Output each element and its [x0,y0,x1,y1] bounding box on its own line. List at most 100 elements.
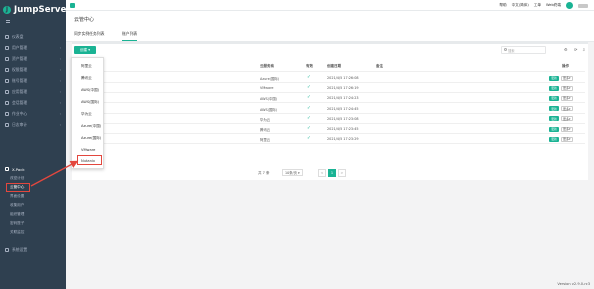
update-button[interactable]: 更新 [549,136,559,142]
content-panel: 创建 ▾ 搜索 ⚙ ⟳ ⇩ [72,42,588,180]
help-menu[interactable]: 帮助 [499,3,506,8]
sidebar-item-label: 日志审计 [12,122,28,127]
app-name: JumpServer [14,5,71,15]
sidebar-item-users[interactable]: 用户管理 ‹ [0,43,66,53]
column-header-provider[interactable]: 云服务商 [260,64,274,69]
account-icon [5,79,9,83]
more-button[interactable]: 更多 ▾ [561,75,573,81]
page-size-label: 10条/页 [285,171,297,175]
more-button[interactable]: 更多 ▾ [561,106,573,112]
username[interactable] [578,3,588,8]
dropdown-item-vmware[interactable]: VMware [72,146,105,154]
tab-accounts[interactable]: 账户列表 [122,31,138,41]
column-header-created[interactable]: 创建日期 [327,64,341,69]
pagination-prev[interactable]: < [318,169,326,177]
sidebar-item-settings[interactable]: 系统设置 [0,245,66,255]
topbar: 帮助 中文(简体) 工单 Web终端 [66,0,594,11]
dropdown-item-tencent[interactable]: 腾讯云 [72,74,105,82]
sidebar-item-apps[interactable]: 应用管理 ‹ [0,87,66,97]
sidebar-subitem-collect-users[interactable]: 收集用户 [0,201,66,209]
column-header-comment[interactable]: 备注 [376,64,383,69]
check-icon: ✓ [307,105,311,111]
dropdown-item-azure-intl[interactable]: Azure(国际) [72,134,105,142]
row-created: 2021/4/5 17:24:23 [327,96,359,101]
dropdown-item-huawei[interactable]: 华为云 [72,110,105,118]
create-button[interactable]: 创建 ▾ [74,46,96,54]
sidebar-subitem-vault[interactable]: 密码匣子 [0,219,66,227]
dropdown-item-aws-intl[interactable]: AWS(国际) [72,98,105,106]
sidebar-item-perms[interactable]: 权限管理 ‹ [0,65,66,75]
more-button[interactable]: 更多 ▾ [561,126,573,132]
column-header-valid[interactable]: 有效 [306,64,313,69]
column-header-actions: 操作 [562,64,569,68]
chevron-down-icon: ▾ [569,127,571,131]
sidebar-item-label: 作业中心 [12,111,28,116]
sidebar-subitem-org[interactable]: 组织管理 [0,210,66,218]
update-button[interactable]: 更新 [549,75,559,81]
dropdown-item-aliyun[interactable]: 阿里云 [72,62,105,70]
check-icon: ✓ [307,85,311,91]
row-provider: AWS(中国) [260,97,278,102]
sidebar-item-label: 会话管理 [12,100,28,105]
more-button[interactable]: 更多 ▾ [561,136,573,142]
pagination-next[interactable]: > [338,169,346,177]
tab-sync-tasks[interactable]: 同步实例任务列表 [74,31,104,41]
more-button[interactable]: 更多 ▾ [561,95,573,101]
table-row-divider [74,102,585,104]
check-icon: ✓ [307,115,311,121]
dropdown-item-azure-china[interactable]: Azure(中国) [72,122,105,130]
xpack-icon [5,167,9,171]
sidebar-item-accounts[interactable]: 账号管理 ‹ [0,76,66,86]
sidebar-item-xpack[interactable]: X-Pack [0,164,66,174]
menu-toggle-icon[interactable] [70,3,75,8]
logo[interactable]: J JumpServer [3,3,71,17]
gear-icon[interactable]: ⚙ [564,48,568,52]
chevron-icon: ‹ [59,79,61,83]
version-text: Version v2.9.0-rc3 [557,282,590,286]
sidebar-collapse-toggle[interactable] [6,20,13,23]
menu-icon [6,20,10,23]
row-provider: 华为云 [260,117,271,122]
search-input[interactable]: 搜索 [501,46,546,54]
sidebar-item-sessions[interactable]: 会话管理 ‹ [0,98,66,108]
refresh-icon[interactable]: ⟳ [574,48,578,52]
sidebar-item-jobs[interactable]: 作业中心 ‹ [0,109,66,119]
sidebar-item-label: 系统设置 [12,247,28,252]
subitem-label: 组织管理 [10,211,25,216]
pagination-page[interactable]: 1 [328,169,336,177]
sidebar-item-dashboard[interactable]: 仪表盘 [0,32,66,42]
sidebar-item-label: 仪表盘 [12,34,24,39]
chevron-icon: ‹ [59,101,61,105]
chevron-icon: ‹ [59,46,61,50]
update-button[interactable]: 更新 [549,106,559,112]
user-avatar-icon[interactable] [566,2,573,9]
annotation-box-cloud-center [6,183,30,192]
language-select[interactable]: 中文(简体) [512,3,529,8]
more-button[interactable]: 更多 ▾ [561,116,573,122]
update-button[interactable]: 更新 [549,126,559,132]
sidebar-subitem-interface[interactable]: 界面设置 [0,192,66,200]
row-provider: Azure(国际) [260,77,280,81]
create-label: 创建 [79,47,88,52]
page-size-select[interactable]: 10条/页 ▾ [282,169,303,176]
sidebar-item-audit[interactable]: 日志审计 ‹ [0,120,66,130]
row-provider: AWS(国际) [260,107,278,112]
apps-icon [5,90,9,94]
more-button[interactable]: 更多 ▾ [561,85,573,91]
update-button[interactable]: 更新 [549,85,559,91]
search-placeholder: 搜索 [508,48,515,53]
chevron-down-icon: ▾ [569,116,571,121]
web-terminal-link[interactable]: Web终端 [546,3,561,8]
sidebar-subitem-monitor[interactable]: 关联监控 [0,228,66,236]
check-icon: ✓ [307,75,311,80]
dropdown-item-aws-china[interactable]: AWS(中国) [72,86,105,94]
tickets-link[interactable]: 工单 [534,3,541,8]
subitem-label: 密码匣子 [10,220,25,225]
chevron-icon: ‹ [59,68,61,72]
export-icon[interactable]: ⇩ [582,48,586,52]
row-provider: VMware [260,86,274,91]
update-button[interactable]: 更新 [549,116,559,122]
sidebar-item-assets[interactable]: 资产管理 ‹ [0,54,66,64]
update-button[interactable]: 更新 [549,95,559,101]
sidebar-subitem-change-password-plan[interactable]: 改密计划 [0,174,66,182]
